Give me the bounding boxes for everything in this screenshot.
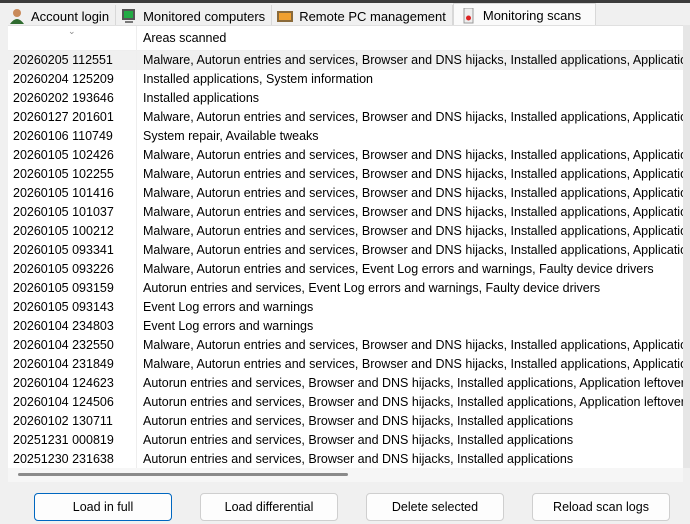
scan-date: 20260205 112551 xyxy=(8,51,137,70)
tab-label: Monitored computers xyxy=(143,8,266,24)
table-row[interactable]: 20260104 124623 Autorun entries and servi… xyxy=(8,374,683,393)
tab-monitored-computers[interactable]: Monitored computers xyxy=(116,5,273,27)
areas-scanned: Installed applications, System informati… xyxy=(143,72,373,86)
scan-date: 20260127 201601 xyxy=(8,108,137,127)
scan-date: 20260104 124506 xyxy=(8,393,137,412)
areas-scanned: Malware, Autorun entries and services, B… xyxy=(143,167,683,181)
table-row[interactable]: 20260105 102255 Malware, Autorun entries … xyxy=(8,165,683,184)
scan-date: 20260105 100212 xyxy=(8,222,137,241)
table-row[interactable]: 20260104 234803 Event Log errors and warn… xyxy=(8,317,683,336)
tab-label: Account login xyxy=(31,8,110,24)
scan-logs-table[interactable]: ⌄ Areas scanned 20260205 112551 Malware, … xyxy=(8,25,683,468)
areas-scanned: Malware, Autorun entries and services, B… xyxy=(143,338,683,352)
scan-date: 20260105 101037 xyxy=(8,203,137,222)
load-differential-button[interactable]: Load differential xyxy=(200,493,338,521)
user-icon xyxy=(8,8,26,24)
table-row[interactable]: 20260105 093226 Malware, Autorun entries … xyxy=(8,260,683,279)
table-row[interactable]: 20260105 093341 Malware, Autorun entries … xyxy=(8,241,683,260)
areas-scanned: Malware, Autorun entries and services, B… xyxy=(143,205,683,219)
table-row[interactable]: 20260106 110749 System repair, Available … xyxy=(8,127,683,146)
tab-label: Monitoring scans xyxy=(482,8,582,23)
areas-scanned: System repair, Available tweaks xyxy=(143,129,319,143)
computer-icon xyxy=(120,8,138,24)
column-header-areas[interactable]: Areas scanned xyxy=(137,26,683,50)
delete-selected-button[interactable]: Delete selected xyxy=(366,493,504,521)
scan-date: 20260105 101416 xyxy=(8,184,137,203)
areas-scanned: Autorun entries and services, Browser an… xyxy=(143,433,574,447)
areas-scanned: Autorun entries and services, Browser an… xyxy=(143,395,683,409)
areas-scanned: Malware, Autorun entries and services, B… xyxy=(143,243,683,257)
table-row[interactable]: 20260105 101416 Malware, Autorun entries … xyxy=(8,184,683,203)
horizontal-scrollbar[interactable] xyxy=(8,468,683,482)
table-row[interactable]: 20251231 000819 Autorun entries and servi… xyxy=(8,431,683,450)
areas-scanned: Autorun entries and services, Browser an… xyxy=(143,376,683,390)
table-row[interactable]: 20260104 232550 Malware, Autorun entries … xyxy=(8,336,683,355)
scan-date: 20260106 110749 xyxy=(8,127,137,146)
table-header: ⌄ Areas scanned xyxy=(8,26,683,51)
scan-date: 20260105 093226 xyxy=(8,260,137,279)
tab-account-login[interactable]: Account login xyxy=(4,5,117,27)
scan-date: 20260105 093143 xyxy=(8,298,137,317)
tab-label: Remote PC management xyxy=(299,8,446,24)
areas-scanned: Installed applications xyxy=(143,91,260,105)
areas-scanned: Autorun entries and services, Browser an… xyxy=(143,414,574,428)
scrollbar-thumb[interactable] xyxy=(18,473,348,476)
scan-date: 20260202 193646 xyxy=(8,89,137,108)
areas-scanned: Event Log errors and warnings xyxy=(143,319,314,333)
areas-scanned: Malware, Autorun entries and services, B… xyxy=(143,224,683,238)
areas-scanned: Autorun entries and services, Browser an… xyxy=(143,452,574,466)
scan-date: 20251230 231638 xyxy=(8,450,137,468)
table-row[interactable]: 20260105 102426 Malware, Autorun entries … xyxy=(8,146,683,165)
scan-date: 20260104 124623 xyxy=(8,374,137,393)
scan-date: 20260104 234803 xyxy=(8,317,137,336)
scan-icon xyxy=(460,7,478,24)
table-row[interactable]: 20260105 100212 Malware, Autorun entries … xyxy=(8,222,683,241)
scan-date: 20260204 125209 xyxy=(8,70,137,89)
table-row[interactable]: 20260105 101037 Malware, Autorun entries … xyxy=(8,203,683,222)
table-row[interactable]: 20260204 125209 Installed applications, S… xyxy=(8,70,683,89)
scan-date: 20251231 000819 xyxy=(8,431,137,450)
table-row[interactable]: 20260102 130711 Autorun entries and servi… xyxy=(8,412,683,431)
areas-scanned: Malware, Autorun entries and services, B… xyxy=(143,148,683,162)
table-row[interactable]: 20260104 231849 Malware, Autorun entries … xyxy=(8,355,683,374)
areas-scanned: Malware, Autorun entries and services, B… xyxy=(143,110,683,124)
areas-scanned: Malware, Autorun entries and services, B… xyxy=(143,186,683,200)
sort-chevron-icon: ⌄ xyxy=(68,26,76,36)
areas-scanned: Malware, Autorun entries and services, B… xyxy=(143,53,683,67)
tab-remote-pc-management[interactable]: Remote PC management xyxy=(272,5,453,27)
areas-scanned: Autorun entries and services, Event Log … xyxy=(143,281,601,295)
areas-scanned: Malware, Autorun entries and services, E… xyxy=(143,262,654,276)
table-row[interactable]: 20260104 124506 Autorun entries and servi… xyxy=(8,393,683,412)
scan-date: 20260102 130711 xyxy=(8,412,137,431)
scan-date: 20260104 231849 xyxy=(8,355,137,374)
areas-scanned: Malware, Autorun entries and services, B… xyxy=(143,357,683,371)
table-row[interactable]: 20260105 093143 Event Log errors and warn… xyxy=(8,298,683,317)
reload-scan-logs-button[interactable]: Reload scan logs xyxy=(532,493,670,521)
scan-date: 20260105 102255 xyxy=(8,165,137,184)
remote-icon xyxy=(276,8,294,24)
load-in-full-button[interactable]: Load in full xyxy=(34,493,172,521)
scan-date: 20260104 232550 xyxy=(8,336,137,355)
table-row[interactable]: 20260202 193646 Installed applications xyxy=(8,89,683,108)
table-row[interactable]: 20260127 201601 Malware, Autorun entries … xyxy=(8,108,683,127)
table-row[interactable]: 20260205 112551 Malware, Autorun entries … xyxy=(8,51,683,70)
vertical-scrollbar[interactable] xyxy=(683,25,690,468)
table-row[interactable]: 20260105 093159 Autorun entries and servi… xyxy=(8,279,683,298)
table-row[interactable]: 20251230 231638 Autorun entries and servi… xyxy=(8,450,683,468)
scan-date: 20260105 093159 xyxy=(8,279,137,298)
tab-bar: Account login Monitored computers Remote… xyxy=(4,3,597,27)
tab-monitoring-scans[interactable]: Monitoring scans xyxy=(452,3,597,27)
scan-date: 20260105 102426 xyxy=(8,146,137,165)
areas-scanned: Event Log errors and warnings xyxy=(143,300,314,314)
scan-date: 20260105 093341 xyxy=(8,241,137,260)
